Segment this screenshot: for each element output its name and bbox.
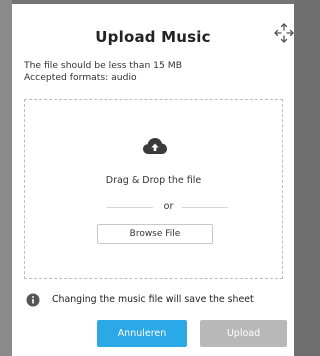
or-text: or xyxy=(163,201,174,212)
or-divider: or xyxy=(25,201,282,213)
info-icon xyxy=(26,293,40,307)
drag-drop-text: Drag & Drop the file xyxy=(105,175,202,186)
save-notice-text: Changing the music file will save the sh… xyxy=(52,294,254,305)
cloud-upload-icon xyxy=(143,138,167,154)
upload-music-dialog: Upload Music The file should be less tha… xyxy=(12,4,294,356)
upload-button[interactable]: Upload xyxy=(200,320,287,347)
background-page-edge xyxy=(0,0,12,356)
max-file-size-text: The file should be less than 15 MB xyxy=(24,60,183,71)
move-arrows-icon[interactable] xyxy=(273,22,295,44)
save-notice: Changing the music file will save the sh… xyxy=(26,293,290,307)
divider-line-right xyxy=(182,207,228,208)
dialog-title: Upload Music xyxy=(95,28,211,46)
accepted-formats-text: Accepted formats: audio xyxy=(24,72,137,83)
file-dropzone[interactable]: Drag & Drop the file or Browse File xyxy=(24,99,283,279)
cancel-button[interactable]: Annuleren xyxy=(97,320,187,347)
browse-file-button[interactable]: Browse File xyxy=(97,224,213,244)
